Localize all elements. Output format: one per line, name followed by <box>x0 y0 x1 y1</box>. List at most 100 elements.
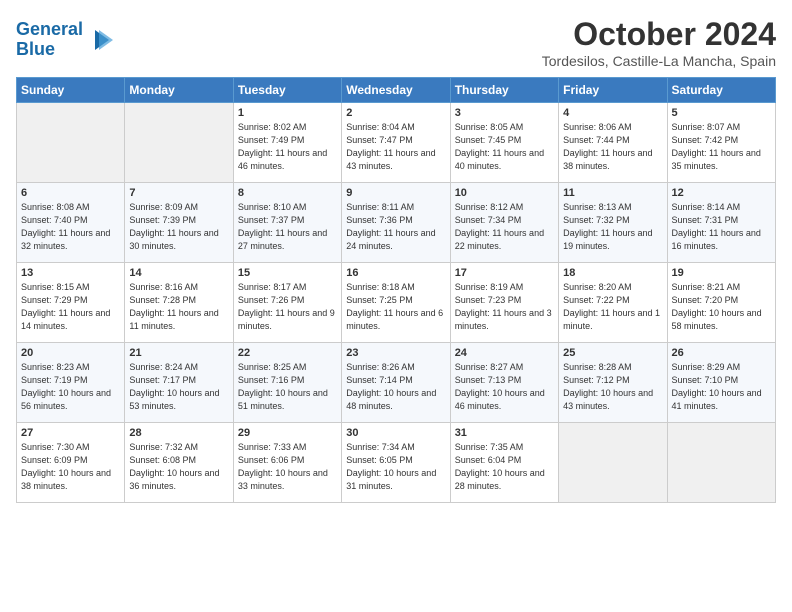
day-number: 4 <box>563 107 662 119</box>
header-row: SundayMondayTuesdayWednesdayThursdayFrid… <box>17 78 776 103</box>
day-info: Sunrise: 7:35 AMSunset: 6:04 PMDaylight:… <box>455 441 554 493</box>
day-number: 12 <box>672 187 771 199</box>
calendar-week-row: 1Sunrise: 8:02 AMSunset: 7:49 PMDaylight… <box>17 103 776 183</box>
day-number: 11 <box>563 187 662 199</box>
logo-text: General Blue <box>16 20 83 60</box>
calendar-cell: 8Sunrise: 8:10 AMSunset: 7:37 PMDaylight… <box>233 183 341 263</box>
page-header: General Blue October 2024 Tordesilos, Ca… <box>16 16 776 69</box>
calendar-header: SundayMondayTuesdayWednesdayThursdayFrid… <box>17 78 776 103</box>
day-info: Sunrise: 8:20 AMSunset: 7:22 PMDaylight:… <box>563 281 662 333</box>
calendar-cell: 9Sunrise: 8:11 AMSunset: 7:36 PMDaylight… <box>342 183 450 263</box>
day-number: 6 <box>21 187 120 199</box>
day-info: Sunrise: 8:05 AMSunset: 7:45 PMDaylight:… <box>455 121 554 173</box>
calendar-cell: 25 Sunrise: 8:28 AMSunset: 7:12 PMDayligh… <box>559 343 667 423</box>
calendar-cell: 22 Sunrise: 8:25 AMSunset: 7:16 PMDayligh… <box>233 343 341 423</box>
calendar-cell <box>559 423 667 503</box>
day-number: 17 <box>455 267 554 279</box>
day-number: 28 <box>129 427 228 439</box>
day-info: Sunrise: 8:08 AMSunset: 7:40 PMDaylight:… <box>21 201 120 253</box>
calendar-cell <box>125 103 233 183</box>
day-info: Sunrise: 8:25 AMSunset: 7:16 PMDaylight:… <box>238 361 337 413</box>
day-info: Sunrise: 8:11 AMSunset: 7:36 PMDaylight:… <box>346 201 445 253</box>
weekday-header: Tuesday <box>233 78 341 103</box>
day-info: Sunrise: 7:32 AMSunset: 6:08 PMDaylight:… <box>129 441 228 493</box>
logo: General Blue <box>16 20 113 60</box>
weekday-header: Thursday <box>450 78 558 103</box>
month-title: October 2024 <box>542 16 776 53</box>
day-number: 8 <box>238 187 337 199</box>
day-info: Sunrise: 7:33 AMSunset: 6:06 PMDaylight:… <box>238 441 337 493</box>
day-number: 3 <box>455 107 554 119</box>
calendar-cell: 10 Sunrise: 8:12 AMSunset: 7:34 PMDayligh… <box>450 183 558 263</box>
day-info: Sunrise: 8:17 AMSunset: 7:26 PMDaylight:… <box>238 281 337 333</box>
day-number: 16 <box>346 267 445 279</box>
calendar-cell: 23 Sunrise: 8:26 AMSunset: 7:14 PMDayligh… <box>342 343 450 423</box>
day-info: Sunrise: 8:16 AMSunset: 7:28 PMDaylight:… <box>129 281 228 333</box>
day-number: 22 <box>238 347 337 359</box>
day-number: 13 <box>21 267 120 279</box>
weekday-header: Monday <box>125 78 233 103</box>
calendar-week-row: 27 Sunrise: 7:30 AMSunset: 6:09 PMDayligh… <box>17 423 776 503</box>
day-number: 25 <box>563 347 662 359</box>
day-info: Sunrise: 7:34 AMSunset: 6:05 PMDaylight:… <box>346 441 445 493</box>
day-number: 27 <box>21 427 120 439</box>
calendar-table: SundayMondayTuesdayWednesdayThursdayFrid… <box>16 77 776 503</box>
calendar-cell: 20 Sunrise: 8:23 AMSunset: 7:19 PMDayligh… <box>17 343 125 423</box>
day-number: 24 <box>455 347 554 359</box>
day-info: Sunrise: 8:13 AMSunset: 7:32 PMDaylight:… <box>563 201 662 253</box>
calendar-cell: 12 Sunrise: 8:14 AMSunset: 7:31 PMDayligh… <box>667 183 775 263</box>
day-info: Sunrise: 8:18 AMSunset: 7:25 PMDaylight:… <box>346 281 445 333</box>
calendar-cell: 26 Sunrise: 8:29 AMSunset: 7:10 PMDayligh… <box>667 343 775 423</box>
calendar-cell: 19Sunrise: 8:21 AMSunset: 7:20 PMDayligh… <box>667 263 775 343</box>
calendar-week-row: 6 Sunrise: 8:08 AMSunset: 7:40 PMDaylight… <box>17 183 776 263</box>
calendar-cell: 21Sunrise: 8:24 AMSunset: 7:17 PMDayligh… <box>125 343 233 423</box>
calendar-cell: 18 Sunrise: 8:20 AMSunset: 7:22 PMDayligh… <box>559 263 667 343</box>
day-info: Sunrise: 8:29 AMSunset: 7:10 PMDaylight:… <box>672 361 771 413</box>
calendar-cell: 13 Sunrise: 8:15 AMSunset: 7:29 PMDayligh… <box>17 263 125 343</box>
calendar-cell: 24Sunrise: 8:27 AMSunset: 7:13 PMDayligh… <box>450 343 558 423</box>
day-number: 26 <box>672 347 771 359</box>
day-info: Sunrise: 8:19 AMSunset: 7:23 PMDaylight:… <box>455 281 554 333</box>
day-number: 14 <box>129 267 228 279</box>
day-number: 7 <box>129 187 228 199</box>
calendar-cell: 27 Sunrise: 7:30 AMSunset: 6:09 PMDayligh… <box>17 423 125 503</box>
calendar-cell: 14 Sunrise: 8:16 AMSunset: 7:28 PMDayligh… <box>125 263 233 343</box>
day-number: 29 <box>238 427 337 439</box>
calendar-cell <box>667 423 775 503</box>
logo-icon <box>85 26 113 54</box>
day-info: Sunrise: 8:28 AMSunset: 7:12 PMDaylight:… <box>563 361 662 413</box>
calendar-cell: 30 Sunrise: 7:34 AMSunset: 6:05 PMDayligh… <box>342 423 450 503</box>
calendar-cell: 29 Sunrise: 7:33 AMSunset: 6:06 PMDayligh… <box>233 423 341 503</box>
day-number: 5 <box>672 107 771 119</box>
calendar-week-row: 20 Sunrise: 8:23 AMSunset: 7:19 PMDayligh… <box>17 343 776 423</box>
day-info: Sunrise: 8:14 AMSunset: 7:31 PMDaylight:… <box>672 201 771 253</box>
calendar-cell: 16 Sunrise: 8:18 AMSunset: 7:25 PMDayligh… <box>342 263 450 343</box>
calendar-cell: 6 Sunrise: 8:08 AMSunset: 7:40 PMDaylight… <box>17 183 125 263</box>
calendar-cell: 15 Sunrise: 8:17 AMSunset: 7:26 PMDayligh… <box>233 263 341 343</box>
day-number: 19 <box>672 267 771 279</box>
calendar-cell: 11 Sunrise: 8:13 AMSunset: 7:32 PMDayligh… <box>559 183 667 263</box>
day-info: Sunrise: 8:09 AMSunset: 7:39 PMDaylight:… <box>129 201 228 253</box>
calendar-cell: 1Sunrise: 8:02 AMSunset: 7:49 PMDaylight… <box>233 103 341 183</box>
day-info: Sunrise: 8:23 AMSunset: 7:19 PMDaylight:… <box>21 361 120 413</box>
day-number: 15 <box>238 267 337 279</box>
day-info: Sunrise: 8:12 AMSunset: 7:34 PMDaylight:… <box>455 201 554 253</box>
day-number: 21 <box>129 347 228 359</box>
day-number: 23 <box>346 347 445 359</box>
day-number: 10 <box>455 187 554 199</box>
calendar-cell: 31Sunrise: 7:35 AMSunset: 6:04 PMDayligh… <box>450 423 558 503</box>
title-block: October 2024 Tordesilos, Castille-La Man… <box>542 16 776 69</box>
day-number: 30 <box>346 427 445 439</box>
calendar-cell: 5 Sunrise: 8:07 AMSunset: 7:42 PMDaylight… <box>667 103 775 183</box>
calendar-cell: 7 Sunrise: 8:09 AMSunset: 7:39 PMDaylight… <box>125 183 233 263</box>
day-number: 20 <box>21 347 120 359</box>
day-info: Sunrise: 8:15 AMSunset: 7:29 PMDaylight:… <box>21 281 120 333</box>
day-info: Sunrise: 8:06 AMSunset: 7:44 PMDaylight:… <box>563 121 662 173</box>
day-info: Sunrise: 8:07 AMSunset: 7:42 PMDaylight:… <box>672 121 771 173</box>
calendar-cell: 3 Sunrise: 8:05 AMSunset: 7:45 PMDaylight… <box>450 103 558 183</box>
day-info: Sunrise: 8:26 AMSunset: 7:14 PMDaylight:… <box>346 361 445 413</box>
day-number: 18 <box>563 267 662 279</box>
calendar-cell: 28 Sunrise: 7:32 AMSunset: 6:08 PMDayligh… <box>125 423 233 503</box>
weekday-header: Friday <box>559 78 667 103</box>
day-info: Sunrise: 7:30 AMSunset: 6:09 PMDaylight:… <box>21 441 120 493</box>
